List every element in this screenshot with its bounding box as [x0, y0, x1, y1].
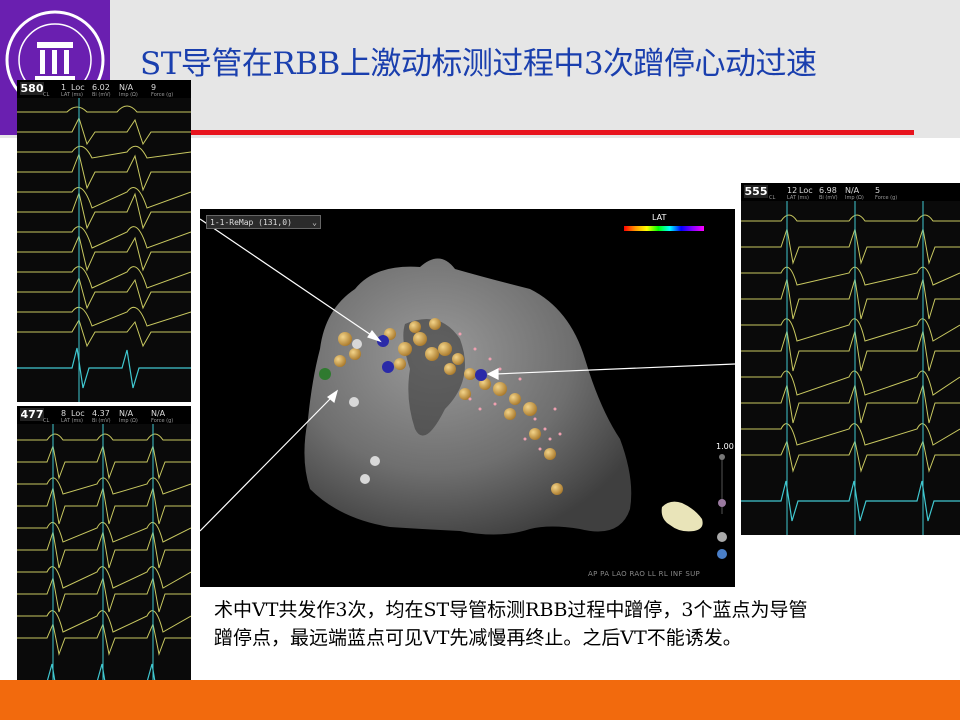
- bi-value: N/A: [845, 186, 860, 195]
- lat-color-scale: [624, 226, 704, 231]
- view-button-sup[interactable]: SUP: [685, 570, 700, 578]
- loc-value: 1: [61, 83, 67, 92]
- title-underline: [190, 130, 914, 135]
- view-buttons: AP PA LAO RAO LL RL INF SUP: [588, 570, 700, 578]
- lat-value: 6.98: [819, 186, 837, 195]
- ecg-panel-1: 580 1 Loc 6.02 N/A 9 CL LAT (ms) Bi (mV)…: [17, 80, 191, 402]
- view-button-rao[interactable]: RAO: [630, 570, 646, 578]
- ecg-panel-2-header: 477 8 Loc 4.37 N/A N/A CL LAT (ms) Bi (m…: [17, 406, 191, 424]
- view-button-inf[interactable]: INF: [671, 570, 683, 578]
- ecg-panel-2: 477 8 Loc 4.37 N/A N/A CL LAT (ms) Bi (m…: [17, 406, 191, 716]
- cycle-length-value: 555: [744, 185, 768, 198]
- force-value: 5: [875, 186, 881, 195]
- cycle-length-value: 477: [20, 408, 44, 421]
- lat-value: 6.02: [92, 83, 110, 92]
- loc-label: Loc: [799, 186, 813, 195]
- bi-value: N/A: [119, 83, 134, 92]
- footer-bar: [0, 680, 960, 720]
- loc-label: Loc: [71, 83, 85, 92]
- electroanatomic-map-view[interactable]: [199, 209, 736, 587]
- chevron-down-icon: ⌄: [312, 218, 317, 227]
- caption-line-2: 蹭停点，最远端蓝点可见VT先减慢再终止。之后VT不能诱发。: [214, 627, 742, 649]
- loc-value: 8: [61, 409, 67, 418]
- ecg-traces: [17, 98, 191, 402]
- ecg-traces: [17, 424, 191, 716]
- ecg-traces: [741, 201, 960, 535]
- lat-value: 4.37: [92, 409, 110, 418]
- bi-value: N/A: [119, 409, 134, 418]
- caption-line-1: 术中VT共发作3次，均在ST导管标测RBB过程中蹭停，3个蓝点为导管: [214, 599, 808, 621]
- view-button-rl[interactable]: RL: [659, 570, 668, 578]
- loc-label: Loc: [71, 409, 85, 418]
- loc-value: 12: [787, 186, 798, 195]
- force-value: N/A: [151, 409, 166, 418]
- ecg-panel-3: 555 12 Loc 6.98 N/A 5 CL LAT (ms) Bi (mV…: [741, 183, 960, 535]
- map-selector-dropdown[interactable]: 1-1-ReMap (131,0) ⌄: [206, 215, 321, 229]
- view-button-lao[interactable]: LAO: [612, 570, 627, 578]
- view-button-pa[interactable]: PA: [600, 570, 609, 578]
- force-value: 9: [151, 83, 157, 92]
- slide-title: ST导管在RBB上激动标测过程中3次蹭停心动过速: [140, 46, 817, 82]
- view-button-ll[interactable]: LL: [648, 570, 656, 578]
- ecg-panel-1-header: 580 1 Loc 6.02 N/A 9 CL LAT (ms) Bi (mV)…: [17, 80, 191, 98]
- map-scale-value: 1.00: [716, 442, 734, 451]
- slide-caption: 术中VT共发作3次，均在ST导管标测RBB过程中蹭停，3个蓝点为导管 蹭停点，最…: [214, 596, 944, 652]
- lat-legend-label: LAT: [652, 213, 667, 222]
- view-button-ap[interactable]: AP: [588, 570, 598, 578]
- ecg-panel-3-header: 555 12 Loc 6.98 N/A 5 CL LAT (ms) Bi (mV…: [741, 183, 960, 201]
- map-selector-value: 1-1-ReMap (131,0): [210, 218, 292, 227]
- cycle-length-value: 580: [20, 82, 44, 95]
